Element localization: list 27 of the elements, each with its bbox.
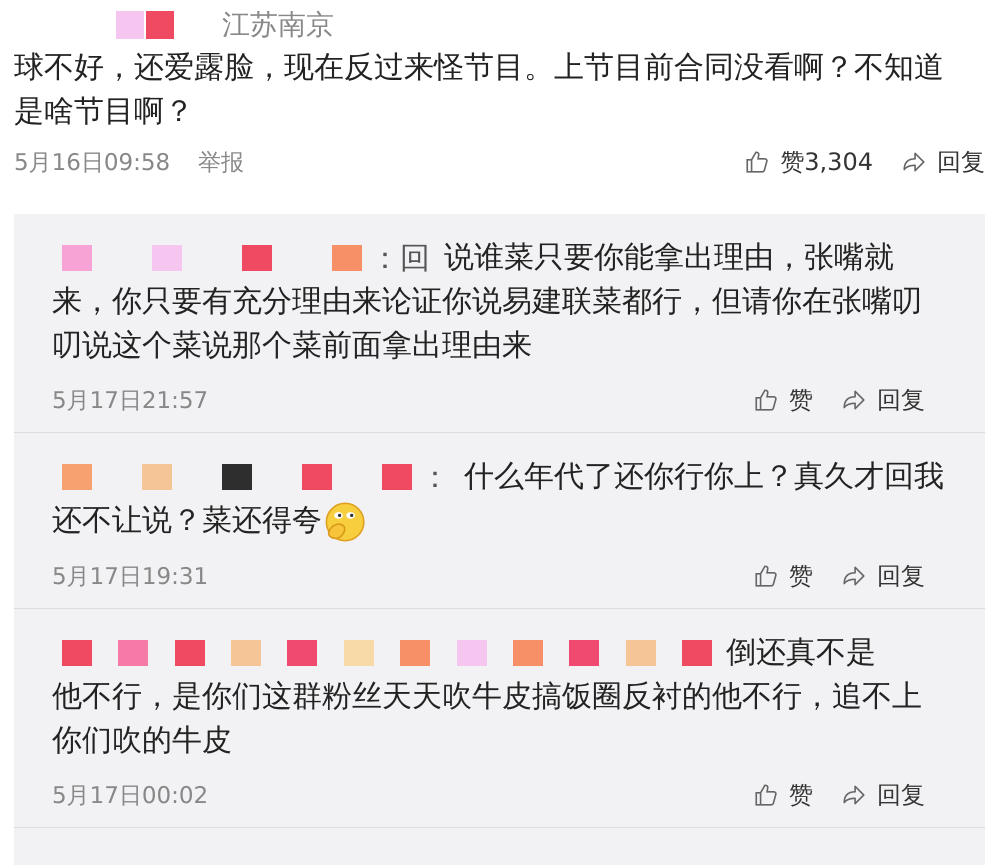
reply-prefix: ：回 bbox=[370, 240, 430, 278]
thumbs-up-icon[interactable] bbox=[744, 149, 770, 175]
reply-button[interactable]: 回复 bbox=[877, 560, 925, 592]
thumbs-up-icon[interactable] bbox=[753, 782, 779, 808]
reply-button[interactable]: 回复 bbox=[937, 146, 985, 178]
report-link[interactable]: 举报 bbox=[198, 146, 244, 178]
reply-text: 说谁菜只要你能拿出理由，张嘴就 bbox=[444, 239, 894, 277]
reply-text: 他不行，是你们这群粉丝天天吹牛皮搞饭圈反衬的他不行，追不上你们吹的牛皮 bbox=[52, 679, 922, 758]
reply-time: 5月17日00:02 bbox=[52, 782, 208, 810]
reply-text: 来，你只要有充分理由来论证你说易建联菜都行，但请你在张嘴叨叨说这个菜说那个菜前面拿出理由来 bbox=[52, 284, 922, 363]
reply-button[interactable]: 回复 bbox=[877, 779, 925, 811]
comment-text: 球不好，还爱露脸，现在反过来怪节目。上节目前合同没看啊？不知道是啥节目啊？ bbox=[14, 49, 945, 131]
location-label: 江苏南京 bbox=[222, 7, 334, 43]
reply-time: 5月17日19:31 bbox=[52, 562, 208, 592]
like-button[interactable]: 赞 bbox=[789, 384, 813, 416]
like-button[interactable]: 赞3,304 bbox=[780, 146, 873, 178]
reply-button[interactable]: 回复 bbox=[877, 384, 925, 416]
comment-time: 5月16日09:58 bbox=[14, 148, 170, 178]
reply-text: 还不让说？菜还得夸 bbox=[52, 503, 322, 538]
thumbs-up-icon[interactable] bbox=[753, 387, 779, 413]
reply-time: 5月17日21:57 bbox=[52, 386, 208, 416]
reply-prefix: ： bbox=[420, 458, 450, 496]
like-button[interactable]: 赞 bbox=[789, 560, 813, 592]
thumbs-up-icon[interactable] bbox=[753, 563, 779, 589]
reply-text: 倒还真不是 bbox=[726, 634, 876, 672]
like-button[interactable]: 赞 bbox=[789, 779, 813, 811]
reply-text: 什么年代了还你行你上？真久才回我 bbox=[464, 458, 944, 496]
